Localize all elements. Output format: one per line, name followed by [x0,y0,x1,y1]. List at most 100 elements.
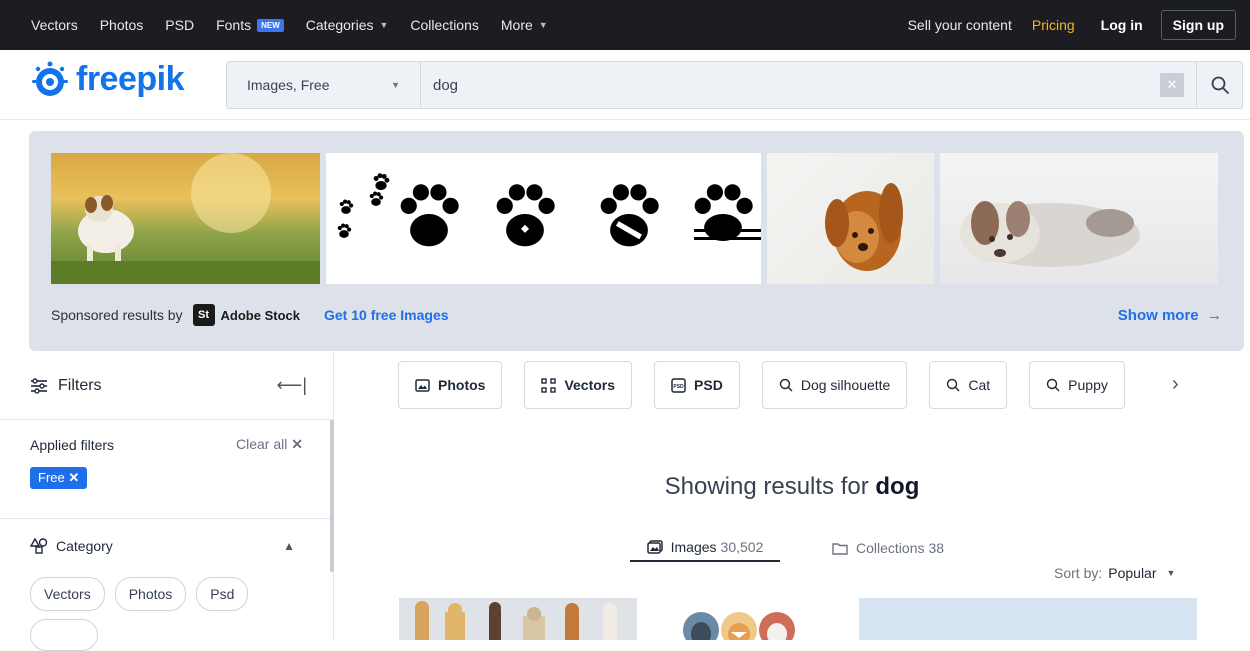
search-icon [1211,76,1229,94]
results-heading: Showing results for dog [334,473,1250,501]
pill-label: Puppy [1068,377,1108,393]
sort-select[interactable]: Sort by: Popular ▼ [1054,565,1175,581]
pill-dog-silhouette[interactable]: Dog silhouette [761,361,908,409]
tab-images-count: 30,502 [720,539,764,555]
pricing-link[interactable]: Pricing [1032,17,1075,33]
adobe-stock-name: Adobe Stock [220,307,300,323]
folder-icon [832,542,848,555]
pill-puppy[interactable]: Puppy [1029,361,1125,409]
pill-psd[interactable]: PSD PSD [654,361,740,409]
category-chip-vectors[interactable]: Vectors [30,577,105,611]
category-section: Category ▲ Vectors Photos Psd [0,519,333,651]
results-heading-term: dog [875,473,920,500]
collapse-sidebar-icon[interactable]: ⟵| [277,375,307,396]
nav-collections[interactable]: Collections [410,17,478,33]
signup-button[interactable]: Sign up [1160,10,1236,40]
pill-label: Photos [438,377,486,393]
nav-more[interactable]: More ▼ [501,17,548,33]
logo-text: freepik [76,59,185,98]
pill-cat[interactable]: Cat [929,361,1008,409]
category-shapes-icon [30,538,48,554]
tab-collections[interactable]: Collections 38 [832,534,944,562]
nav-label: More [500,17,533,33]
nav-label: Fonts [216,17,252,33]
show-more-link[interactable]: Show more → [1118,307,1222,324]
category-toggle[interactable]: Category ▲ [30,535,303,557]
tab-collections-count: 38 [928,540,945,556]
nav-vectors[interactable]: Vectors [31,17,78,33]
sponsored-label: Sponsored results by [51,307,183,323]
nav-label: Categories [305,17,374,33]
free-filter-chip[interactable]: Free ✕ [30,467,88,489]
freepik-logo-icon [32,61,68,96]
chevron-up-icon: ▲ [283,539,295,553]
chevron-down-icon: ▼ [391,80,400,90]
quick-filter-pills: Photos Vectors PSD PSD Dog silhouette Ca… [398,361,1125,409]
applied-filters-title: Applied filters [30,436,115,453]
pill-vectors[interactable]: Vectors [524,361,633,409]
arrow-right-icon: → [1207,306,1222,324]
sell-content-link[interactable]: Sell your content [908,17,1012,33]
chevron-right-icon[interactable]: › [1172,373,1179,396]
filters-title: Filters [58,376,102,394]
category-chips-row2 [30,619,303,651]
psd-icon: PSD [671,377,686,393]
sort-value: Popular [1108,565,1157,581]
close-icon: ✕ [68,470,80,485]
search-scope-select[interactable]: Images, Free ▼ [227,62,420,108]
dog-lying-illustration [960,201,1140,267]
result-card-blue[interactable] [859,598,1197,640]
result-tabs: Images 30,502 Collections 38 [630,534,944,562]
pill-photos[interactable]: Photos [398,361,503,409]
filters-header: Filters ⟵| [0,352,333,420]
tab-images[interactable]: Images 30,502 [630,534,780,562]
search-button[interactable] [1196,62,1242,108]
sponsored-image-puppy[interactable] [767,153,934,284]
category-chip-photos[interactable]: Photos [114,577,187,611]
search-bar: Images, Free ▼ dog ✕ [226,61,1243,109]
chevron-down-icon: ▼ [538,20,548,30]
tab-images-label: Images [670,539,717,555]
results-grid [399,598,1197,648]
sponsored-image-dog-lying[interactable] [940,153,1218,284]
search-icon [1046,378,1060,392]
close-icon: ✕ [1166,77,1178,92]
sponsor-bar: Sponsored results by St Adobe Stock Get … [51,303,1222,327]
new-badge: NEW [257,18,284,32]
filter-sliders-icon [31,377,47,394]
search-query: dog [433,76,459,94]
pill-label: Cat [968,377,991,393]
clear-all-button[interactable]: Clear all ✕ [236,436,303,453]
sponsored-banner: Sponsored results by St Adobe Stock Get … [29,131,1244,351]
nav-categories[interactable]: Categories ▼ [306,17,389,33]
get-free-images-link[interactable]: Get 10 free Images [324,307,449,323]
clear-search-button[interactable]: ✕ [1160,73,1184,97]
pill-label: PSD [694,377,723,393]
category-chip-partial[interactable] [30,619,98,651]
chevron-down-icon: ▼ [379,20,389,30]
sponsored-image-dog-running[interactable] [51,153,320,284]
login-link[interactable]: Log in [1101,17,1143,33]
pill-label: Vectors [564,377,616,393]
sponsored-thumbnails [51,153,1219,284]
sponsored-image-paw-prints[interactable] [326,153,761,284]
nav-psd[interactable]: PSD [165,17,194,33]
category-chips: Vectors Photos Psd [30,577,303,611]
chevron-down-icon: ▼ [1166,568,1176,578]
nav-fonts[interactable]: Fonts NEW [216,17,284,33]
dog-running-illustration [51,153,320,284]
freepik-logo[interactable]: freepik [30,59,185,99]
nav-photos[interactable]: Photos [100,17,144,33]
result-card-dog-avatars[interactable] [679,608,819,648]
show-more-label: Show more [1117,306,1199,324]
paw-prints-illustration [337,173,761,247]
nav-label: Vectors [31,17,78,33]
category-chip-psd[interactable]: Psd [196,577,249,611]
result-card-dog-breeds[interactable] [399,598,637,640]
adobe-stock-logo: St [192,304,215,326]
applied-filters-section: Applied filters Clear all ✕ Free ✕ [0,420,333,519]
search-input[interactable]: dog [420,62,1160,108]
nav-label: Photos [99,17,144,33]
search-icon [779,378,793,392]
svg-text:PSD: PSD [673,384,684,390]
